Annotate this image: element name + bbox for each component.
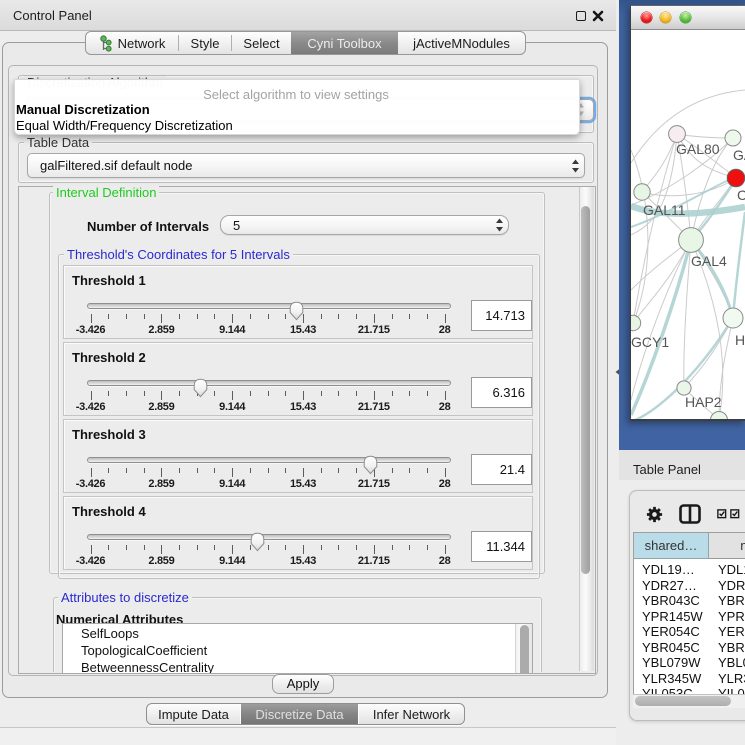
svg-text:GA: GA (733, 147, 745, 163)
svg-text:GAL80: GAL80 (676, 141, 720, 157)
svg-text:GAL11: GAL11 (643, 202, 686, 218)
svg-text:C: C (737, 187, 745, 203)
svg-text:H: H (735, 332, 745, 348)
svg-text:GAL4: GAL4 (691, 253, 727, 269)
svg-text:HAP2: HAP2 (685, 394, 722, 410)
svg-text:GCY1: GCY1 (631, 334, 669, 350)
